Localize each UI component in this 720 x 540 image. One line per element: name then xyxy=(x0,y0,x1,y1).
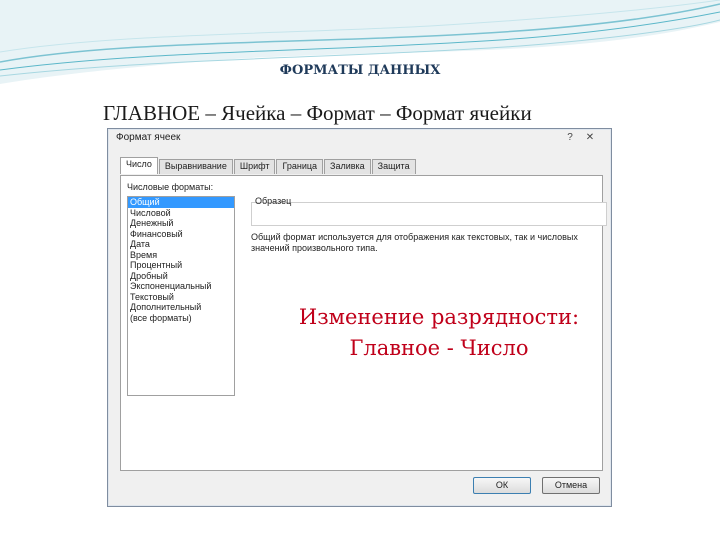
tab-number[interactable]: Число xyxy=(120,157,158,174)
number-tab-panel: Числовые форматы: Общий Числовой Денежны… xyxy=(120,175,607,471)
category-item-custom[interactable]: (все форматы) xyxy=(128,313,234,324)
category-item-currency[interactable]: Денежный xyxy=(128,218,234,229)
menu-path-caption: ГЛАВНОЕ – Ячейка – Формат – Формат ячейк… xyxy=(103,101,532,125)
dialog-title: Формат ячеек xyxy=(116,132,181,143)
category-item-fraction[interactable]: Дробный xyxy=(128,271,234,282)
callout-line-2: Главное - Число xyxy=(349,336,529,360)
slide-heading: ФОРМАТЫ ДАННЫХ xyxy=(279,63,441,78)
category-item-accounting[interactable]: Финансовый xyxy=(128,229,234,240)
category-item-time[interactable]: Время xyxy=(128,250,234,261)
category-item-general[interactable]: Общий xyxy=(128,197,234,208)
close-icon[interactable]: ✕ xyxy=(583,131,597,144)
category-item-scientific[interactable]: Экспоненциальный xyxy=(128,281,234,292)
categories-label: Числовые форматы: xyxy=(127,182,214,192)
format-description: Общий формат используется для отображени… xyxy=(251,232,578,253)
category-item-date[interactable]: Дата xyxy=(128,239,234,250)
category-item-percentage[interactable]: Процентный xyxy=(128,260,234,271)
category-list[interactable]: Общий Числовой Денежный Финансовый Дата … xyxy=(127,196,235,396)
sample-box xyxy=(251,202,607,226)
ok-button[interactable]: ОК xyxy=(473,477,531,494)
tab-font[interactable]: Шрифт xyxy=(233,159,276,174)
dialog-tabs: Число Выравнивание Шрифт Граница Заливка… xyxy=(120,157,417,175)
help-icon[interactable]: ? xyxy=(563,131,577,144)
tab-alignment[interactable]: Выравнивание xyxy=(158,159,233,174)
sample-label: Образец xyxy=(255,196,292,206)
callout-text: Изменение разрядности: Главное - Число xyxy=(259,302,619,364)
tab-protection[interactable]: Защита xyxy=(371,159,416,174)
format-cells-dialog: Формат ячеек ? ✕ Число Выравнивание Шриф… xyxy=(107,128,612,507)
category-item-text[interactable]: Текстовый xyxy=(128,292,234,303)
tab-border[interactable]: Граница xyxy=(276,159,324,174)
tab-fill[interactable]: Заливка xyxy=(324,159,371,174)
category-item-special[interactable]: Дополнительный xyxy=(128,302,234,313)
callout-line-1: Изменение разрядности: xyxy=(298,305,580,329)
cancel-button[interactable]: Отмена xyxy=(542,477,600,494)
category-item-number[interactable]: Числовой xyxy=(128,208,234,219)
